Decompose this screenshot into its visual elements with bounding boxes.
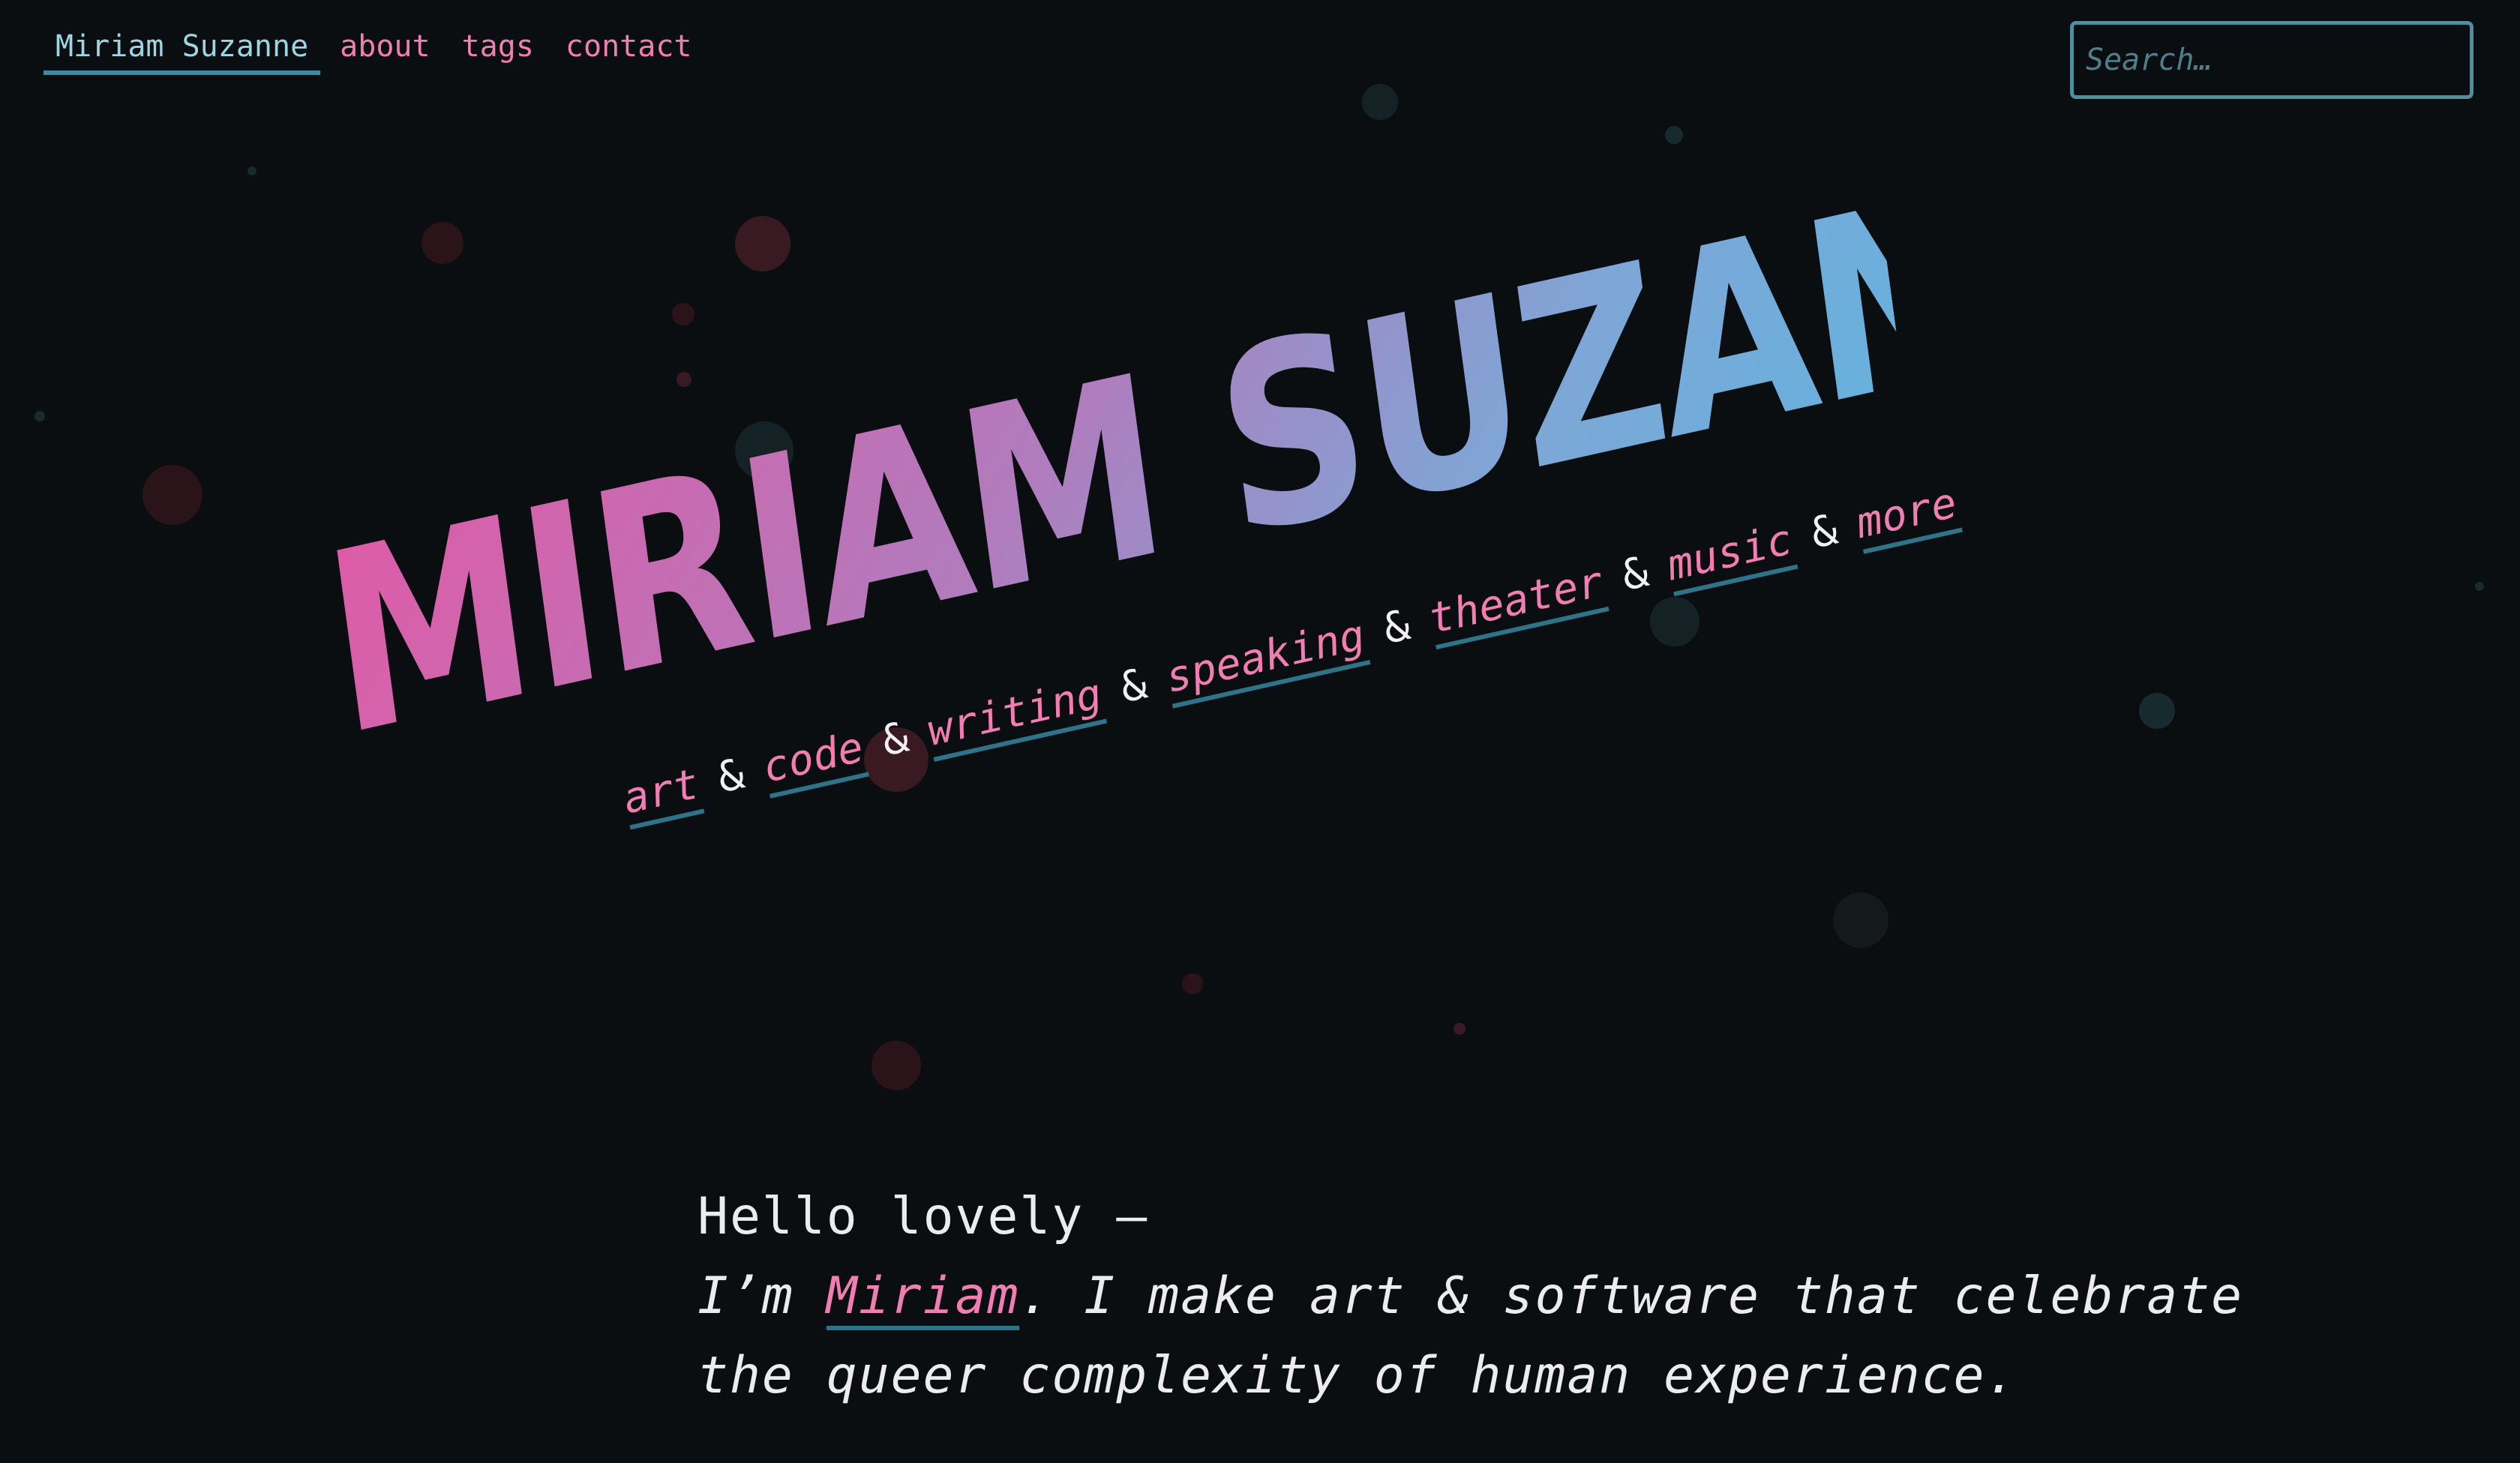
intro-text: Hello lovely — I’m Miriam. I make art & …	[698, 1177, 2243, 1416]
tag-writing-link[interactable]: writing	[922, 670, 1108, 762]
intro-prefix: I’m	[698, 1267, 826, 1326]
tag-more-link[interactable]: more	[1851, 478, 1963, 554]
intro-line-2: the queer complexity of human experience…	[698, 1346, 2018, 1405]
greeting: Hello lovely —	[698, 1187, 1149, 1246]
intro-line-1: I’m Miriam. I make art & software that c…	[698, 1257, 2243, 1336]
miriam-link[interactable]: Miriam	[826, 1267, 1020, 1330]
tagline-separator: &	[878, 712, 914, 766]
tag-art-link[interactable]: art	[618, 760, 705, 830]
tagline-separator: &	[1806, 505, 1842, 559]
tag-music-link[interactable]: music	[1662, 515, 1798, 597]
hero-banner: Miriam Suzanne art & code & writing & speaking…	[0, 0, 2520, 1050]
tag-code-link[interactable]: code	[758, 723, 869, 799]
tagline-separator: &	[1378, 601, 1414, 654]
tagline-separator: &	[712, 749, 749, 803]
tagline-separator: &	[1116, 659, 1152, 713]
tag-theater-link[interactable]: theater	[1424, 557, 1610, 650]
intro-line-1-rest: . I make art & software that celebrate	[1019, 1267, 2244, 1326]
tagline-separator: &	[1617, 547, 1653, 601]
tag-speaking-link[interactable]: speaking	[1161, 610, 1371, 709]
